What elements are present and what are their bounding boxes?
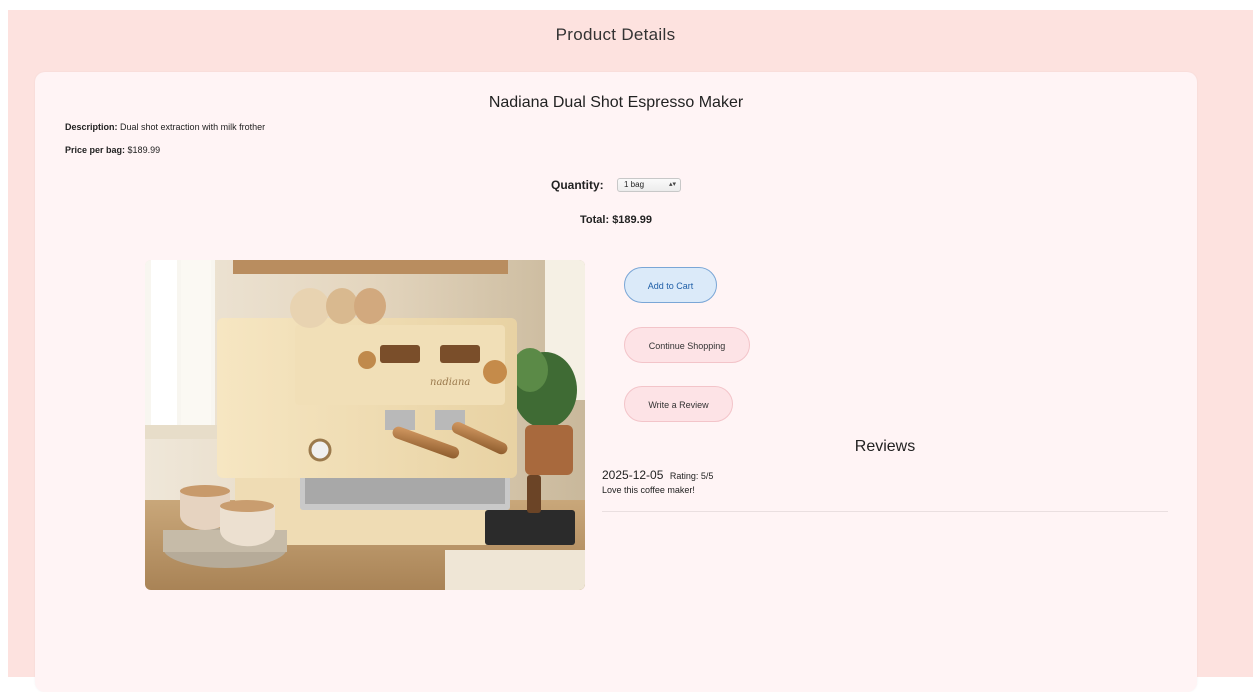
- review-text: Love this coffee maker!: [602, 485, 695, 495]
- quantity-selected-value: 1 bag: [624, 179, 645, 189]
- review-item: 2025-12-05 Rating: 5/5 Love this coffee …: [602, 466, 1168, 512]
- product-price: Price per bag: $189.99: [65, 145, 160, 155]
- review-date: 2025-12-05: [602, 468, 664, 482]
- continue-shopping-button[interactable]: Continue Shopping: [624, 327, 750, 363]
- review-rating: Rating: 5/5: [669, 471, 714, 481]
- machine-brand-mark: nadiana: [430, 377, 470, 388]
- quantity-label: Quantity:: [550, 177, 604, 192]
- add-to-cart-button[interactable]: Add to Cart: [624, 267, 717, 303]
- product-description: Description: Dual shot extraction with m…: [65, 122, 265, 132]
- quantity-row: Quantity: 1 bag ▴▾: [35, 177, 1197, 192]
- description-label: Description:: [65, 122, 118, 132]
- product-name: Nadiana Dual Shot Espresso Maker: [488, 94, 744, 111]
- quantity-select[interactable]: 1 bag ▴▾: [617, 177, 681, 192]
- page-background: Product Details Nadiana Dual Shot Espres…: [8, 10, 1253, 692]
- page-title: Product Details: [555, 25, 676, 44]
- description-value: Dual shot extraction with milk frother: [120, 122, 266, 132]
- price-label: Price per bag:: [65, 145, 126, 155]
- reviews-heading: Reviews: [854, 438, 916, 455]
- select-arrows-icon: ▴▾: [668, 180, 676, 188]
- price-value: $189.99: [127, 145, 161, 155]
- product-image: nadiana: [145, 260, 585, 590]
- write-review-button[interactable]: Write a Review: [624, 386, 733, 422]
- product-card: Nadiana Dual Shot Espresso Maker Descrip…: [35, 72, 1197, 692]
- order-total: Total: $189.99: [580, 214, 652, 226]
